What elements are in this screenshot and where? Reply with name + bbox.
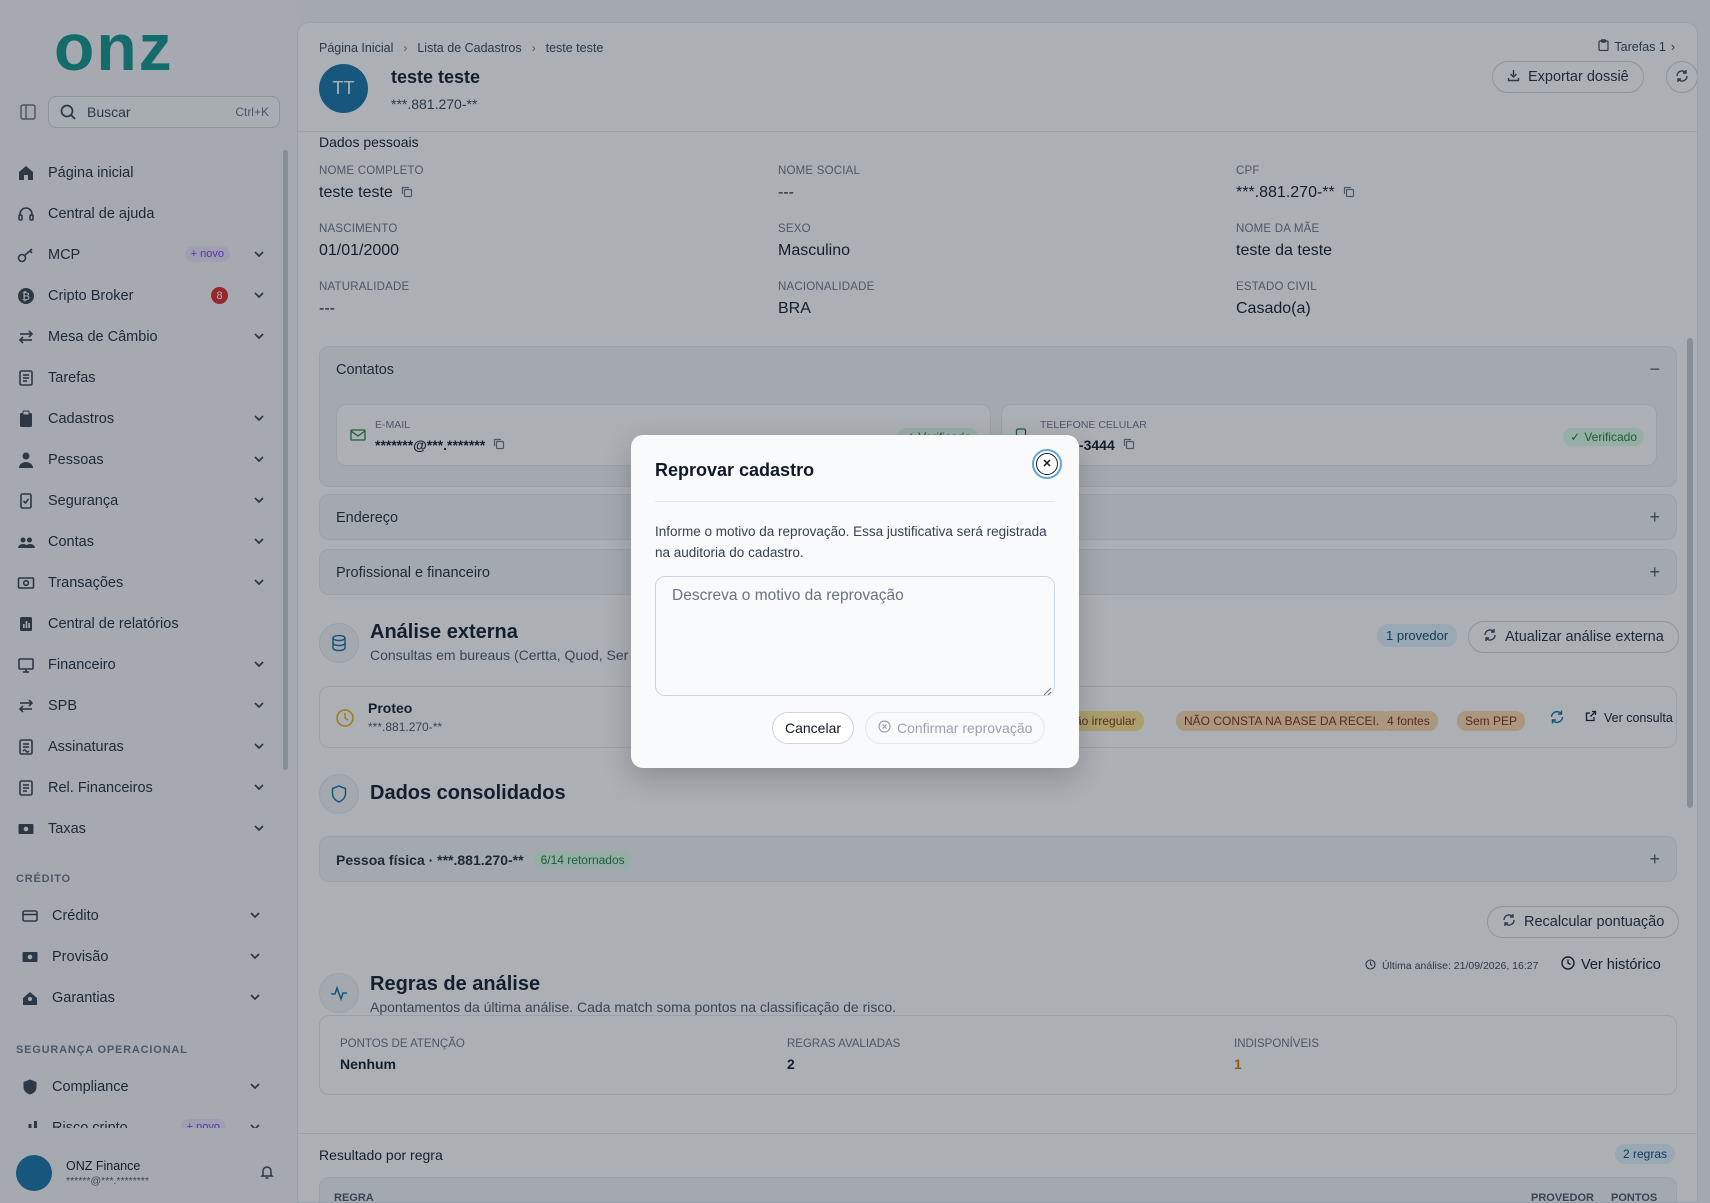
close-button[interactable] bbox=[1032, 449, 1062, 479]
close-icon bbox=[1041, 456, 1053, 472]
dialog-description: Informe o motivo da reprovação. Essa jus… bbox=[655, 524, 1047, 560]
dialog-title: Reprovar cadastro bbox=[655, 460, 815, 480]
confirm-rejection-button[interactable]: Confirmar reprovação bbox=[865, 712, 1046, 744]
dialog-divider bbox=[655, 501, 1055, 502]
reject-registration-dialog: Reprovar cadastro Informe o motivo da re… bbox=[631, 435, 1079, 768]
rejection-reason-textarea[interactable] bbox=[655, 576, 1055, 696]
resize-handle-icon[interactable] bbox=[1042, 683, 1052, 696]
x-circle-icon bbox=[878, 720, 891, 736]
cancel-button[interactable]: Cancelar bbox=[772, 712, 855, 744]
